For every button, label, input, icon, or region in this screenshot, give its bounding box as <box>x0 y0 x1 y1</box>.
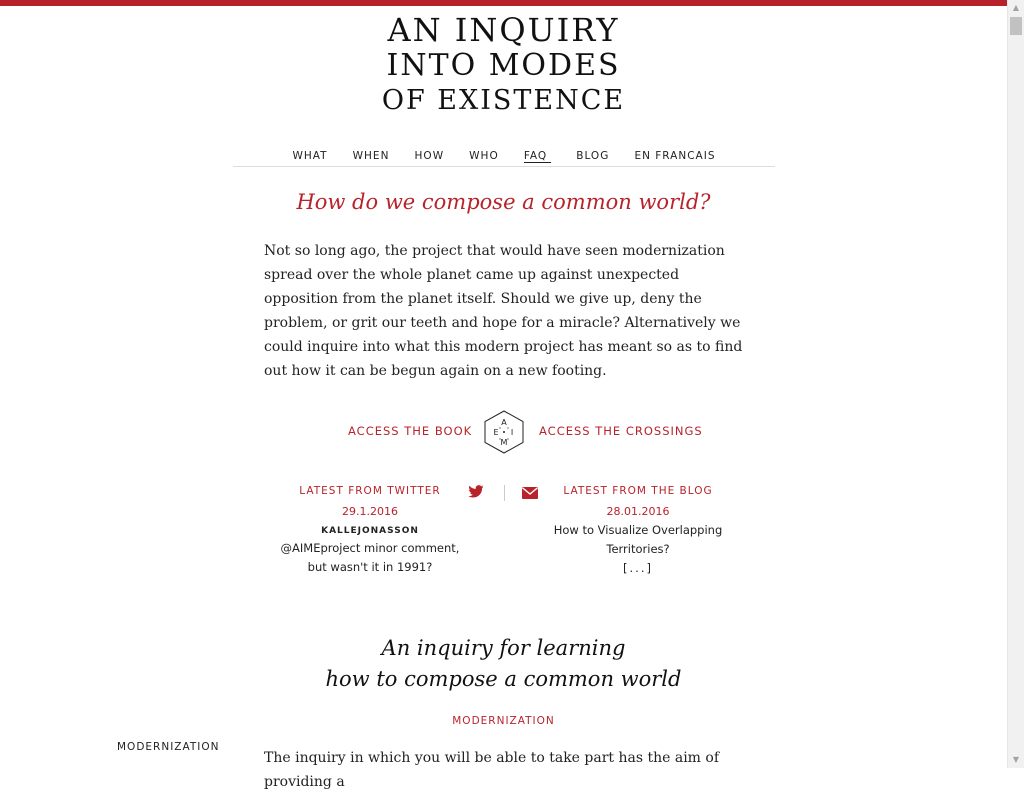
blog-read-more-link[interactable]: [...] <box>548 561 728 575</box>
site-title-line-2: INTO MODES <box>386 48 621 83</box>
access-crossings-link[interactable]: ACCESS THE CROSSINGS <box>539 424 703 438</box>
scroll-down-arrow-icon[interactable]: ▼ <box>1008 752 1024 768</box>
scroll-up-arrow-icon[interactable]: ▲ <box>1008 0 1024 16</box>
logo-letter-a: A <box>501 418 507 427</box>
site-title-line-3: OF EXISTENCE <box>381 85 626 116</box>
page-headline: How do we compose a common world? <box>296 190 711 214</box>
section-heading-line-2: how to compose a common world <box>325 667 682 691</box>
access-links: ACCESS THE BOOK A E I M ACCESS THE CROSS… <box>0 410 1007 454</box>
tweet-text: @AIMEproject minor comment, but wasn't i… <box>270 539 470 577</box>
blog-post-title-line-1: How to Visualize Overlapping <box>553 523 723 537</box>
main-nav: WHAT WHEN HOW WHO FAQ BLOG EN FRANCAIS <box>233 144 775 167</box>
site-title-line-1: AN INQUIRY <box>387 11 620 49</box>
nav-item-en-francais[interactable]: EN FRANCAIS <box>634 150 715 162</box>
tweet-author[interactable]: KALLEJONASSON <box>270 526 470 536</box>
logo-letter-e: E <box>493 428 498 437</box>
nav-item-blog[interactable]: BLOG <box>576 150 609 162</box>
nav-item-faq[interactable]: FAQ <box>523 150 552 163</box>
vertical-scrollbar[interactable]: ▲ ▼ <box>1007 0 1024 768</box>
aime-logo-icon[interactable]: A E I M <box>483 410 525 454</box>
twitter-feed-title[interactable]: LATEST FROM TWITTER <box>270 485 470 497</box>
top-accent-bar <box>0 0 1007 6</box>
tweet-text-line-2: but wasn't it in 1991? <box>307 560 433 574</box>
nav-item-what[interactable]: WHAT <box>293 150 328 162</box>
blog-post-title[interactable]: How to Visualize Overlapping Territories… <box>548 521 728 559</box>
site-title[interactable]: AN INQUIRY INTO MODES OF EXISTENCE <box>0 12 1007 118</box>
twitter-feed: LATEST FROM TWITTER 29.1.2016 KALLEJONAS… <box>270 485 470 577</box>
logo-letter-m: M <box>501 438 508 447</box>
logo-letter-i: I <box>511 428 513 437</box>
section-body-text: The inquiry in which you will be able to… <box>264 750 720 790</box>
scroll-thumb[interactable] <box>1010 17 1022 35</box>
intro-paragraph: Not so long ago, the project that would … <box>264 243 743 379</box>
blog-post-date: 28.01.2016 <box>606 505 670 518</box>
feed-divider <box>504 485 505 501</box>
nav-item-when[interactable]: WHEN <box>353 150 390 162</box>
side-nav-modernization[interactable]: MODERNIZATION <box>117 741 219 753</box>
nav-item-how[interactable]: HOW <box>415 150 445 162</box>
section-heading: An inquiry for learning how to compose a… <box>0 633 1007 695</box>
mail-icon[interactable] <box>522 487 538 499</box>
section-heading-line-1: An inquiry for learning <box>381 636 626 660</box>
blog-feed: LATEST FROM THE BLOG 28.01.2016 How to V… <box>548 485 728 575</box>
section-label-modernization[interactable]: MODERNIZATION <box>0 715 1007 727</box>
blog-post-title-line-2: Territories? <box>606 542 670 556</box>
tweet-text-line-1: @AIMEproject minor comment, <box>280 541 460 555</box>
tweet-date: 29.1.2016 <box>342 505 398 518</box>
twitter-icon[interactable] <box>468 485 484 499</box>
nav-item-who[interactable]: WHO <box>469 150 499 162</box>
blog-feed-title[interactable]: LATEST FROM THE BLOG <box>548 485 728 497</box>
access-book-link[interactable]: ACCESS THE BOOK <box>348 424 472 438</box>
